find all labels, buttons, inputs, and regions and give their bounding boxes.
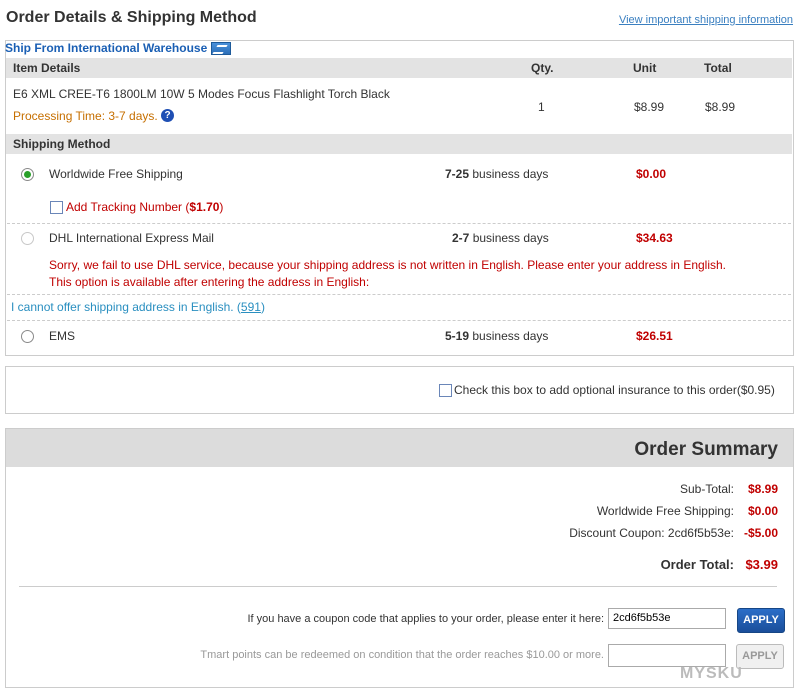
option-worldwide-days-text: business days [472, 167, 549, 181]
option-ems-name: EMS [49, 329, 76, 343]
no-english-address-text: I cannot offer shipping address in Engli… [11, 300, 241, 314]
no-english-address-close: ) [260, 300, 265, 314]
apply-coupon-button[interactable]: APPLY [737, 608, 785, 633]
option-worldwide-price: $0.00 [636, 167, 667, 181]
divider [7, 223, 791, 224]
processing-time-text: Processing Time: 3-7 days. [13, 109, 158, 123]
option-dhl-name: DHL International Express Mail [49, 231, 214, 245]
col-total: Total [704, 61, 732, 75]
coupon-input[interactable]: 2cd6f5b53e [608, 608, 726, 629]
help-icon[interactable]: ? [161, 109, 175, 122]
discount-coupon-label: Discount Coupon: 2cd6f5b53e: [569, 526, 734, 540]
tracking-label-suffix: ) [219, 200, 224, 214]
option-dhl-days: 2-7 business days [452, 231, 549, 245]
option-dhl-days-num: 2-7 [452, 231, 470, 245]
shipping-method-header: Shipping Method [6, 134, 792, 154]
discount-coupon-value: -$5.00 [743, 526, 778, 540]
radio-ems[interactable] [21, 330, 34, 343]
divider [7, 294, 791, 295]
ship-from-label: Ship From International Warehouse [5, 41, 232, 55]
order-total-value: $3.99 [745, 557, 778, 572]
order-summary-title: Order Summary [634, 439, 778, 460]
tracking-label: Add Tracking Number ($1.70) [66, 200, 223, 214]
col-unit: Unit [633, 61, 657, 75]
no-english-address-count[interactable]: 591 [241, 300, 261, 314]
option-dhl-price: $34.63 [636, 231, 673, 245]
shipping-method-title: Shipping Method [13, 137, 111, 151]
processing-time: Processing Time: 3-7 days. ? [13, 109, 175, 123]
option-worldwide-name: Worldwide Free Shipping [49, 167, 183, 181]
no-english-address-link[interactable]: I cannot offer shipping address in Engli… [11, 300, 265, 314]
dhl-error-line-2: This option is available after entering … [49, 275, 370, 289]
insurance-checkbox[interactable] [439, 384, 452, 397]
order-total-label: Order Total: [660, 557, 734, 572]
option-dhl-days-text: business days [472, 231, 549, 245]
option-ems-days-num: 5-19 [445, 329, 470, 343]
option-ems-days-text: business days [472, 329, 549, 343]
subtotal-label: Sub-Total: [679, 482, 734, 496]
option-ems-days: 5-19 business days [445, 329, 548, 343]
shipping-cost-value: $0.00 [747, 504, 778, 518]
items-table-header: Item Details Qty. Unit Total [6, 58, 792, 78]
option-worldwide-days: 7-25 business days [445, 167, 548, 181]
shipping-cost-label: Worldwide Free Shipping: [596, 504, 734, 518]
flag-icon [211, 41, 232, 55]
option-worldwide-days-num: 7-25 [445, 167, 470, 181]
col-item-details: Item Details [13, 61, 81, 75]
points-input[interactable] [608, 644, 726, 667]
ship-from-text: Ship From International Warehouse [5, 41, 208, 55]
item-name[interactable]: E6 XML CREE-T6 1800LM 10W 5 Modes Focus … [13, 87, 390, 101]
col-qty: Qty. [531, 61, 554, 75]
tracking-price: $1.70 [189, 200, 220, 214]
divider [7, 320, 791, 321]
divider [19, 586, 777, 587]
shipping-info-link[interactable]: View important shipping information [619, 14, 793, 26]
tracking-label-prefix: Add Tracking Number ( [66, 200, 190, 214]
page-title: Order Details & Shipping Method [6, 9, 257, 26]
insurance-label: Check this box to add optional insurance… [454, 383, 775, 397]
watermark: MYSKU [680, 665, 743, 682]
option-ems-price: $26.51 [636, 329, 673, 343]
item-total-price: $8.99 [705, 100, 736, 114]
subtotal-value: $8.99 [747, 482, 778, 496]
item-qty: 1 [538, 100, 545, 114]
radio-worldwide-free[interactable] [21, 168, 34, 181]
tracking-checkbox[interactable] [50, 201, 63, 214]
dhl-error-line-1: Sorry, we fail to use DHL service, becau… [49, 258, 727, 272]
radio-dhl[interactable] [21, 232, 34, 245]
item-unit-price: $8.99 [634, 100, 665, 114]
points-prompt: Tmart points can be redeemed on conditio… [200, 649, 604, 661]
coupon-prompt: If you have a coupon code that applies t… [247, 613, 604, 625]
apply-points-button[interactable]: APPLY [736, 644, 784, 669]
